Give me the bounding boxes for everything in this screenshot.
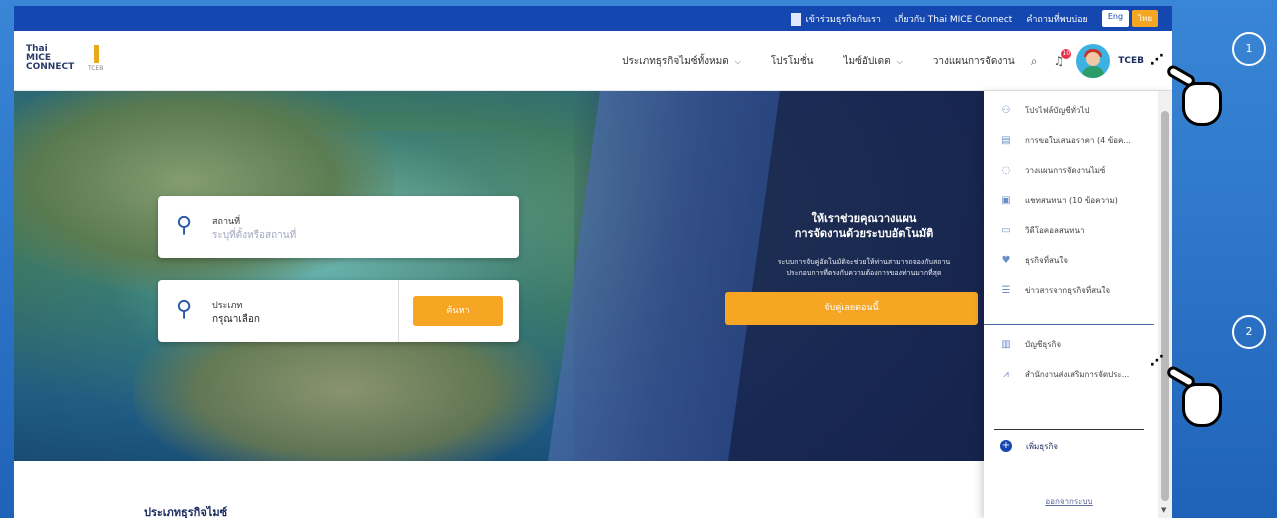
logout-link[interactable]: ออกจากระบบ (984, 495, 1154, 508)
dropdown-scrollbar[interactable]: ▼ (1158, 91, 1172, 518)
browser-frame: เข้าร่วมธุรกิจกับเรา เกี่ยวกับ Thai MICE… (14, 6, 1172, 518)
menu-item-quotations[interactable]: ▤ การขอใบเสนอราคา (4 ข้อค... (984, 125, 1154, 155)
section-title: ประเภทธุรกิจไมซ์ (144, 506, 228, 518)
menu-item-video-call[interactable]: ▭ วิดีโอคอลสนทนา (984, 215, 1154, 245)
nav-promotions[interactable]: โปรโมชั่น (771, 54, 814, 69)
location-input[interactable]: ระบุที่ตั้งหรือสถานที่ (212, 228, 296, 243)
thumbs-up-icon: ♥ (1001, 254, 1011, 266)
logo-text: Thai MICE CONNECT (26, 44, 75, 72)
lang-en-button[interactable]: Eng (1101, 10, 1130, 27)
site-logo[interactable]: Thai MICE CONNECT TCEB (26, 43, 126, 79)
top-utility-bar: เข้าร่วมธุรกิจกับเรา เกี่ยวกับ Thai MICE… (14, 6, 1172, 31)
tceb-icon: ⩘ (1003, 368, 1009, 380)
menu-item-business-news[interactable]: ☰ ข่าวสารจากธุรกิจที่สนใจ (984, 275, 1154, 305)
chevron-down-icon: ⌵ (896, 56, 903, 66)
user-icon: ⚇ (1001, 104, 1011, 116)
notification-badge: 10 (1061, 49, 1072, 59)
location-pin-icon: ⚲ (176, 213, 193, 238)
main-menu: ประเภทธุรกิจไมซ์ทั้งหมด ⌵ โปรโมชั่น ไมซ์อ… (592, 31, 1144, 91)
promo-title: ให้เราช่วยคุณวางแผน การจัดงานด้วยระบบอัต… (794, 212, 934, 240)
avatar[interactable] (1076, 44, 1111, 78)
promo-description: ระบบการจับคู่อัตโนมัติจะช่วยให้ท่านสามาร… (777, 258, 951, 277)
document-icon: ▤ (1001, 134, 1011, 146)
plus-icon: + (1000, 440, 1012, 452)
type-label: ประเภท (212, 301, 243, 311)
menu-item-event-plan[interactable]: ◌ วางแผนการจัดงานไมซ์ (984, 155, 1154, 185)
search-icon: ⚲ (176, 297, 193, 322)
language-switcher: Eng ไทย (1101, 10, 1158, 27)
step-marker-1: 1 (1232, 32, 1266, 66)
menu-item-profile[interactable]: ⚇ โปรไฟล์บัญชีทั่วไป (984, 95, 1154, 125)
search-button[interactable]: ค้นหา (413, 296, 503, 326)
search-icon[interactable]: ⌕ (1031, 54, 1038, 69)
pointing-hand-icon: ⋰ (1150, 353, 1226, 433)
building-icon: ▥ (1001, 338, 1011, 350)
location-label: สถานที่ (212, 217, 241, 227)
scroll-down-arrow-icon[interactable]: ▼ (1161, 506, 1166, 514)
menu-item-favorite-business[interactable]: ♥ ธุรกิจที่สนใจ (984, 245, 1154, 275)
location-search-card[interactable]: ⚲ สถานที่ ระบุที่ตั้งหรือสถานที่ (158, 196, 519, 258)
pointing-hand-icon: ⋰ (1150, 52, 1226, 132)
main-navbar: Thai MICE CONNECT TCEB ประเภทธุรกิจไมซ์ท… (14, 31, 1172, 91)
user-name[interactable]: TCEB (1118, 56, 1144, 66)
join-link[interactable]: เข้าร่วมธุรกิจกับเรา (790, 12, 881, 26)
match-now-button[interactable]: จับคู่เลยตอนนี้ (725, 292, 978, 325)
chat-icon: ▣ (1001, 194, 1011, 206)
bell-icon[interactable]: ♫ 10 (1053, 49, 1072, 68)
building-icon (790, 12, 801, 26)
video-icon: ▭ (1001, 224, 1011, 236)
faq-link[interactable]: คำถามที่พบบ่อย (1026, 12, 1087, 26)
chevron-down-icon: ⌵ (734, 56, 741, 66)
type-select[interactable]: กรุณาเลือก (212, 312, 260, 327)
news-icon: ☰ (1001, 284, 1011, 296)
step-marker-2: 2 (1232, 315, 1266, 349)
user-dropdown-menu: ⚇ โปรไฟล์บัญชีทั่วไป ▤ การขอใบเสนอราคา (4 … (984, 91, 1172, 518)
tceb-logo: TCEB (82, 43, 112, 73)
nav-event-planning[interactable]: วางแผนการจัดงาน (933, 54, 1015, 69)
menu-item-chat[interactable]: ▣ แชทสนทนา (10 ข้อความ) (984, 185, 1154, 215)
type-search-card: ⚲ ประเภท กรุณาเลือก ค้นหา (158, 280, 519, 342)
lang-th-button[interactable]: ไทย (1132, 10, 1158, 27)
add-business-button[interactable]: + เพิ่มธุรกิจ (984, 431, 1154, 461)
about-link[interactable]: เกี่ยวกับ Thai MICE Connect (895, 12, 1012, 26)
nav-business-types[interactable]: ประเภทธุรกิจไมซ์ทั้งหมด ⌵ (622, 54, 741, 69)
nav-mice-update[interactable]: ไมซ์อัปเดต ⌵ (844, 54, 903, 69)
menu-item-business-account[interactable]: ▥ บัญชีธุรกิจ (984, 329, 1154, 359)
plan-icon: ◌ (1001, 164, 1011, 176)
menu-item-tceb-org[interactable]: ⩘ สำนักงานส่งเสริมการจัดประ... (984, 359, 1154, 389)
